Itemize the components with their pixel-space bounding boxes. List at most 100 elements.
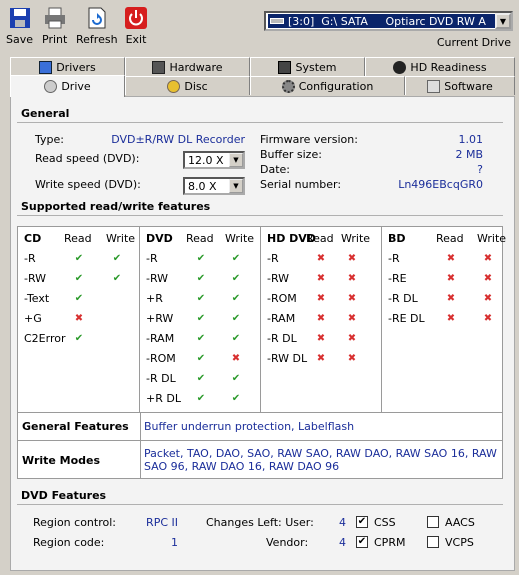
cprm-checkbox[interactable]: ✔ bbox=[356, 536, 368, 548]
cross-icon: ✖ bbox=[347, 273, 357, 284]
check-icon: ✔ bbox=[196, 393, 206, 404]
write-speed-select[interactable]: 8.0 X ▼ bbox=[183, 177, 245, 195]
cross-icon: ✖ bbox=[483, 253, 493, 264]
tab-configuration-label: Configuration bbox=[298, 79, 374, 93]
aacs-checkbox[interactable] bbox=[427, 516, 439, 528]
check-icon: ✔ bbox=[74, 273, 84, 284]
divider bbox=[17, 122, 503, 123]
cross-icon: ✖ bbox=[347, 353, 357, 364]
features-table: CD Read Write -R ✔ ✔ -RW ✔ ✔ -Text ✔ +G ✖ C2Error ✔ DV… bbox=[17, 226, 507, 414]
general-features-value: Buffer underrun protection, Labelflash bbox=[144, 420, 355, 433]
read-speed-label: Read speed (DVD): bbox=[35, 152, 140, 165]
tab-system[interactable]: System bbox=[250, 57, 365, 76]
exit-button[interactable]: Exit bbox=[124, 6, 148, 46]
css-checkbox[interactable]: ✔ bbox=[356, 516, 368, 528]
chevron-down-icon: ▼ bbox=[229, 153, 243, 167]
cross-icon: ✖ bbox=[316, 333, 326, 344]
hddvd-feature-label: -ROM bbox=[267, 292, 297, 305]
check-icon: ✔ bbox=[196, 313, 206, 324]
divider bbox=[17, 504, 503, 505]
date-label: Date: bbox=[260, 163, 290, 176]
bd-read-header: Read bbox=[436, 232, 464, 245]
check-icon: ✔ bbox=[196, 293, 206, 304]
hd-icon bbox=[393, 60, 407, 74]
check-icon: ✔ bbox=[196, 273, 206, 284]
hddvd-feature-label: -R bbox=[267, 252, 279, 265]
tab-system-label: System bbox=[295, 60, 337, 74]
chevron-down-icon[interactable]: ▼ bbox=[495, 13, 511, 29]
region-code-value: 1 bbox=[171, 536, 178, 549]
tab-disc[interactable]: Disc bbox=[125, 76, 250, 95]
bd-title: BD bbox=[388, 232, 406, 245]
cross-icon: ✖ bbox=[446, 253, 456, 264]
bd-write-header: Write bbox=[477, 232, 507, 245]
cross-icon: ✖ bbox=[483, 293, 493, 304]
drive-select-value: [3:0] G:\ SATA Optiarc DVD RW A bbox=[288, 14, 486, 28]
check-icon: ✔ bbox=[196, 373, 206, 384]
refresh-icon bbox=[88, 7, 106, 29]
bd-feature-label: -R bbox=[388, 252, 400, 265]
tab-drivers-label: Drivers bbox=[56, 60, 96, 74]
dvd-column: DVD Read Write -R ✔ ✔ -RW ✔ ✔ +R ✔ ✔ +RW ✔ ✔ -RAM ✔ ✔ -ROM… bbox=[140, 227, 261, 414]
check-icon: ✔ bbox=[231, 273, 241, 284]
read-speed-select[interactable]: 12.0 X ▼ bbox=[183, 151, 245, 169]
write-modes-value: Packet, TAO, DAO, SAO, RAW SAO, RAW DAO,… bbox=[144, 447, 497, 473]
check-icon: ✔ bbox=[231, 333, 241, 344]
cross-icon: ✖ bbox=[316, 273, 326, 284]
exit-label: Exit bbox=[125, 33, 147, 46]
hddvd-read-header: Read bbox=[306, 232, 334, 245]
tab-hardware[interactable]: Hardware bbox=[125, 57, 250, 76]
print-button[interactable]: Print bbox=[42, 6, 67, 46]
cd-feature-label: -RW bbox=[24, 272, 47, 285]
dvd-feature-label: -R bbox=[146, 252, 158, 265]
tab-configuration[interactable]: Configuration bbox=[250, 76, 405, 95]
hddvd-feature-label: -RW bbox=[267, 272, 290, 285]
tab-hd-readiness[interactable]: HD Readiness bbox=[365, 57, 515, 76]
check-icon: ✔ bbox=[231, 253, 241, 264]
check-icon: ✔ bbox=[112, 253, 122, 264]
refresh-button[interactable]: Refresh bbox=[76, 6, 118, 46]
tab-hd-readiness-label: HD Readiness bbox=[410, 60, 487, 74]
tab-drive[interactable]: Drive bbox=[10, 75, 125, 97]
write-speed-value: 8.0 X bbox=[188, 179, 217, 193]
bd-feature-label: -RE bbox=[388, 272, 407, 285]
check-icon: ✔ bbox=[231, 313, 241, 324]
vendor-label: Vendor: bbox=[266, 536, 309, 549]
write-speed-label: Write speed (DVD): bbox=[35, 178, 141, 191]
cross-icon: ✖ bbox=[231, 353, 241, 364]
write-modes-row: Write Modes Packet, TAO, DAO, SAO, RAW S… bbox=[17, 441, 503, 479]
general-features-row: General Features Buffer underrun protect… bbox=[17, 413, 503, 441]
css-label: CSS bbox=[374, 516, 396, 529]
system-icon bbox=[278, 60, 292, 74]
cross-icon: ✖ bbox=[446, 273, 456, 284]
tab-drivers[interactable]: Drivers bbox=[10, 57, 125, 76]
cd-read-header: Read bbox=[64, 232, 92, 245]
buffer-label: Buffer size: bbox=[260, 148, 322, 161]
hddvd-feature-label: -R DL bbox=[267, 332, 297, 345]
chevron-down-icon: ▼ bbox=[229, 179, 243, 193]
cross-icon: ✖ bbox=[74, 313, 84, 324]
software-icon bbox=[427, 79, 441, 93]
print-label: Print bbox=[42, 33, 68, 46]
general-heading: General bbox=[21, 107, 70, 120]
tab-software[interactable]: Software bbox=[405, 76, 515, 95]
save-button[interactable]: Save bbox=[6, 6, 33, 46]
save-label: Save bbox=[6, 33, 34, 46]
cross-icon: ✖ bbox=[316, 253, 326, 264]
check-icon: ✔ bbox=[74, 333, 84, 344]
vcps-checkbox[interactable] bbox=[427, 536, 439, 548]
read-speed-value: 12.0 X bbox=[188, 153, 224, 167]
drive-select[interactable]: [3:0] G:\ SATA Optiarc DVD RW A ▼ bbox=[264, 11, 513, 31]
hddvd-write-header: Write bbox=[341, 232, 371, 245]
check-icon: ✔ bbox=[196, 253, 206, 264]
cd-title: CD bbox=[24, 232, 42, 245]
dvd-title: DVD bbox=[146, 232, 173, 245]
cross-icon: ✖ bbox=[446, 293, 456, 304]
firmware-value: 1.01 bbox=[458, 133, 484, 146]
changes-user-label: Changes Left: User: bbox=[206, 516, 314, 529]
cd-feature-label: +G bbox=[24, 312, 42, 325]
tab-software-label: Software bbox=[444, 79, 493, 93]
hardware-icon bbox=[152, 60, 166, 74]
check-icon: ✔ bbox=[231, 393, 241, 404]
dvd-feature-label: +R DL bbox=[146, 392, 181, 405]
